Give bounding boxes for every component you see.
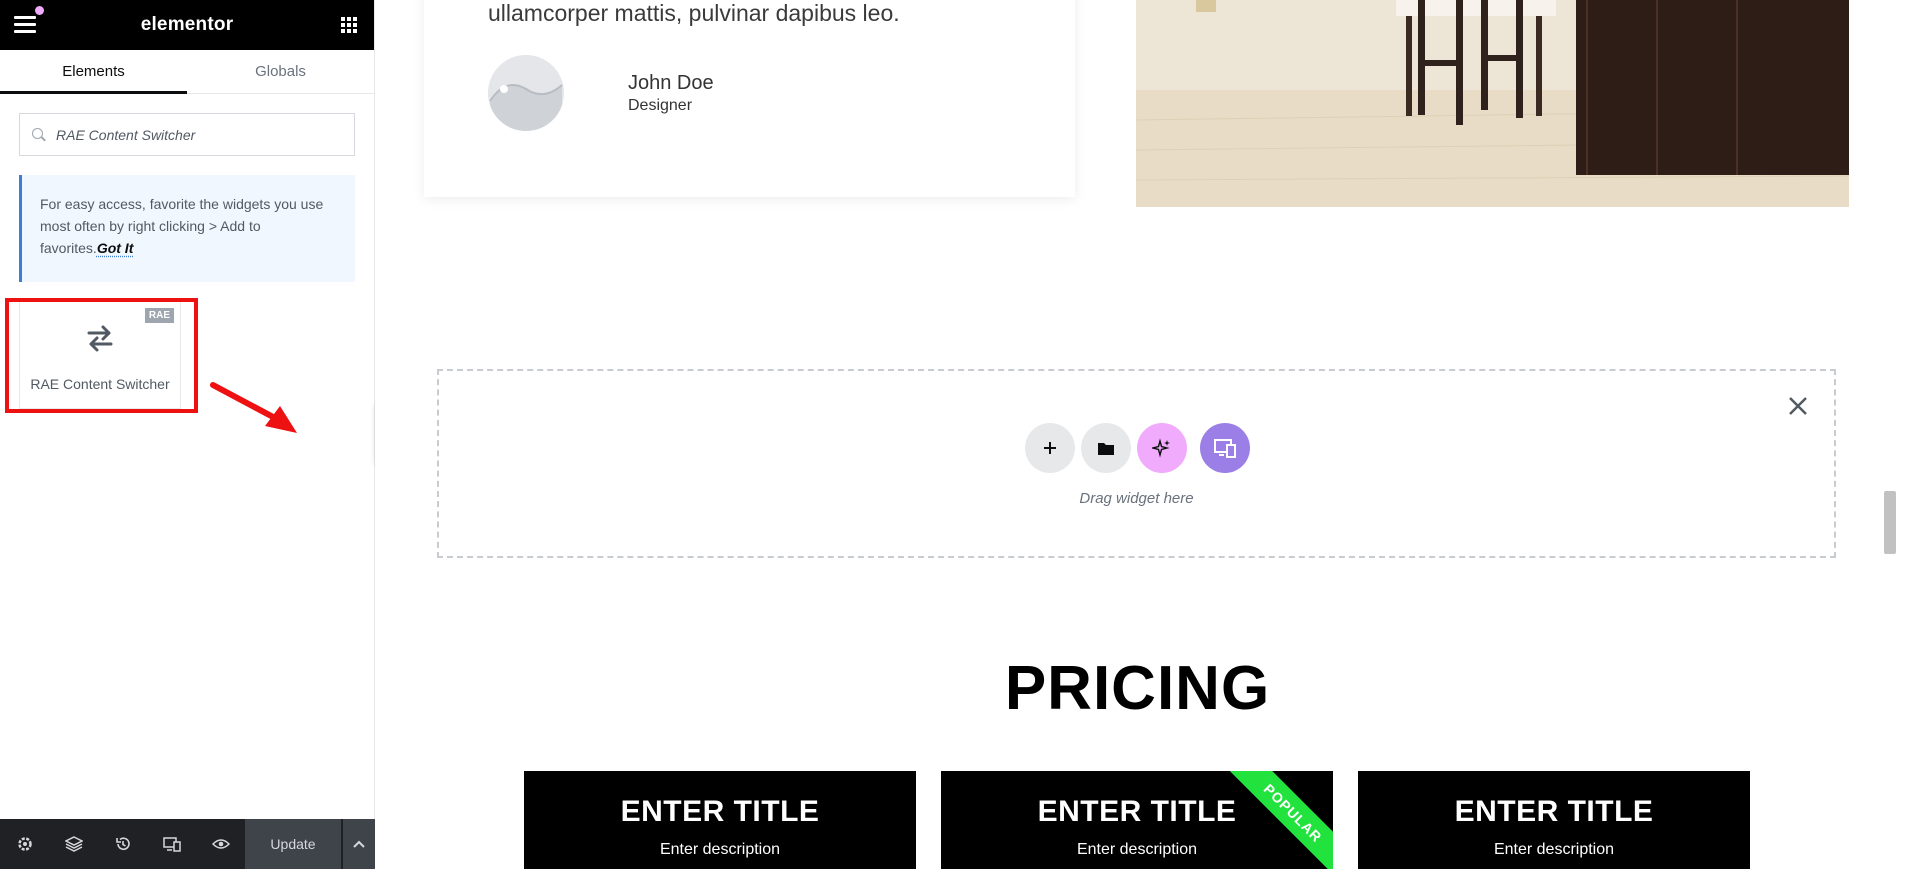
drag-widget-hint: Drag widget here (1079, 490, 1194, 507)
add-template-button[interactable] (1081, 423, 1131, 473)
widget-search (19, 113, 355, 156)
pricing-card-2[interactable]: ENTER TITLE Enter description POPULAR (941, 771, 1333, 869)
pricing-card-title: ENTER TITLE (1454, 795, 1654, 828)
add-section-button[interactable] (1025, 423, 1075, 473)
panel-footer: Update (0, 819, 375, 869)
notice-text: For easy access, favorite the widgets yo… (40, 196, 324, 256)
folder-icon (1098, 442, 1114, 455)
tab-globals[interactable]: Globals (187, 50, 374, 93)
pricing-card-3[interactable]: ENTER TITLE Enter description (1358, 771, 1750, 869)
editor-panel: elementor Elements Globals For easy acce… (0, 0, 375, 869)
avatar (488, 55, 564, 131)
history-icon[interactable] (98, 819, 147, 869)
pricing-card-title: ENTER TITLE (620, 795, 820, 828)
panel-header: elementor (0, 0, 374, 50)
update-button[interactable]: Update (245, 819, 341, 869)
responsive-icon[interactable] (147, 819, 196, 869)
editor-canvas: ullamcorper mattis, pulvinar dapibus leo… (376, 0, 1900, 869)
panel-tabs: Elements Globals (0, 50, 374, 94)
widget-highlight-box (5, 298, 198, 413)
close-icon[interactable] (1787, 395, 1809, 417)
testimonial-author-name: John Doe (628, 72, 714, 94)
empty-section-drop-zone[interactable]: Drag widget here (437, 369, 1836, 558)
ai-generate-button[interactable] (1137, 423, 1187, 473)
pricing-card-description: Enter description (659, 841, 781, 858)
testimonial-author-role: Designer (628, 97, 693, 114)
pricing-heading: PRICING (1004, 654, 1271, 723)
layers-icon[interactable] (49, 819, 98, 869)
scrollbar-thumb[interactable] (1884, 491, 1896, 554)
search-input[interactable] (56, 126, 336, 143)
notification-dot (35, 6, 44, 15)
red-arrow-annotation (210, 382, 297, 433)
pricing-card-1[interactable]: ENTER TITLE Enter description (524, 771, 916, 869)
apps-grid-icon[interactable] (341, 17, 357, 33)
tab-elements[interactable]: Elements (0, 50, 187, 94)
plus-icon (1044, 442, 1056, 454)
page-scrollbar[interactable] (1880, 0, 1900, 869)
pricing-card-description: Enter description (1076, 841, 1198, 858)
eye-icon[interactable] (196, 819, 245, 869)
got-it-link[interactable]: Got It (97, 240, 134, 256)
responsive-preview-icon (1214, 439, 1236, 458)
favorites-notice: For easy access, favorite the widgets yo… (19, 175, 355, 282)
ai-sparkle-icon (1152, 438, 1170, 458)
hamburger-menu-icon[interactable] (14, 16, 36, 34)
dining-room-image[interactable] (1136, 0, 1849, 207)
brand-logo: elementor (140, 14, 234, 35)
testimonial-card[interactable]: ullamcorper mattis, pulvinar dapibus leo… (424, 0, 1075, 197)
gear-icon[interactable] (0, 819, 49, 869)
pricing-card-description: Enter description (1493, 841, 1615, 858)
chevron-up-icon[interactable] (342, 819, 375, 869)
responsive-preview-button[interactable] (1200, 423, 1250, 473)
search-icon (32, 127, 46, 142)
testimonial-quote: ullamcorper mattis, pulvinar dapibus leo… (488, 0, 900, 26)
